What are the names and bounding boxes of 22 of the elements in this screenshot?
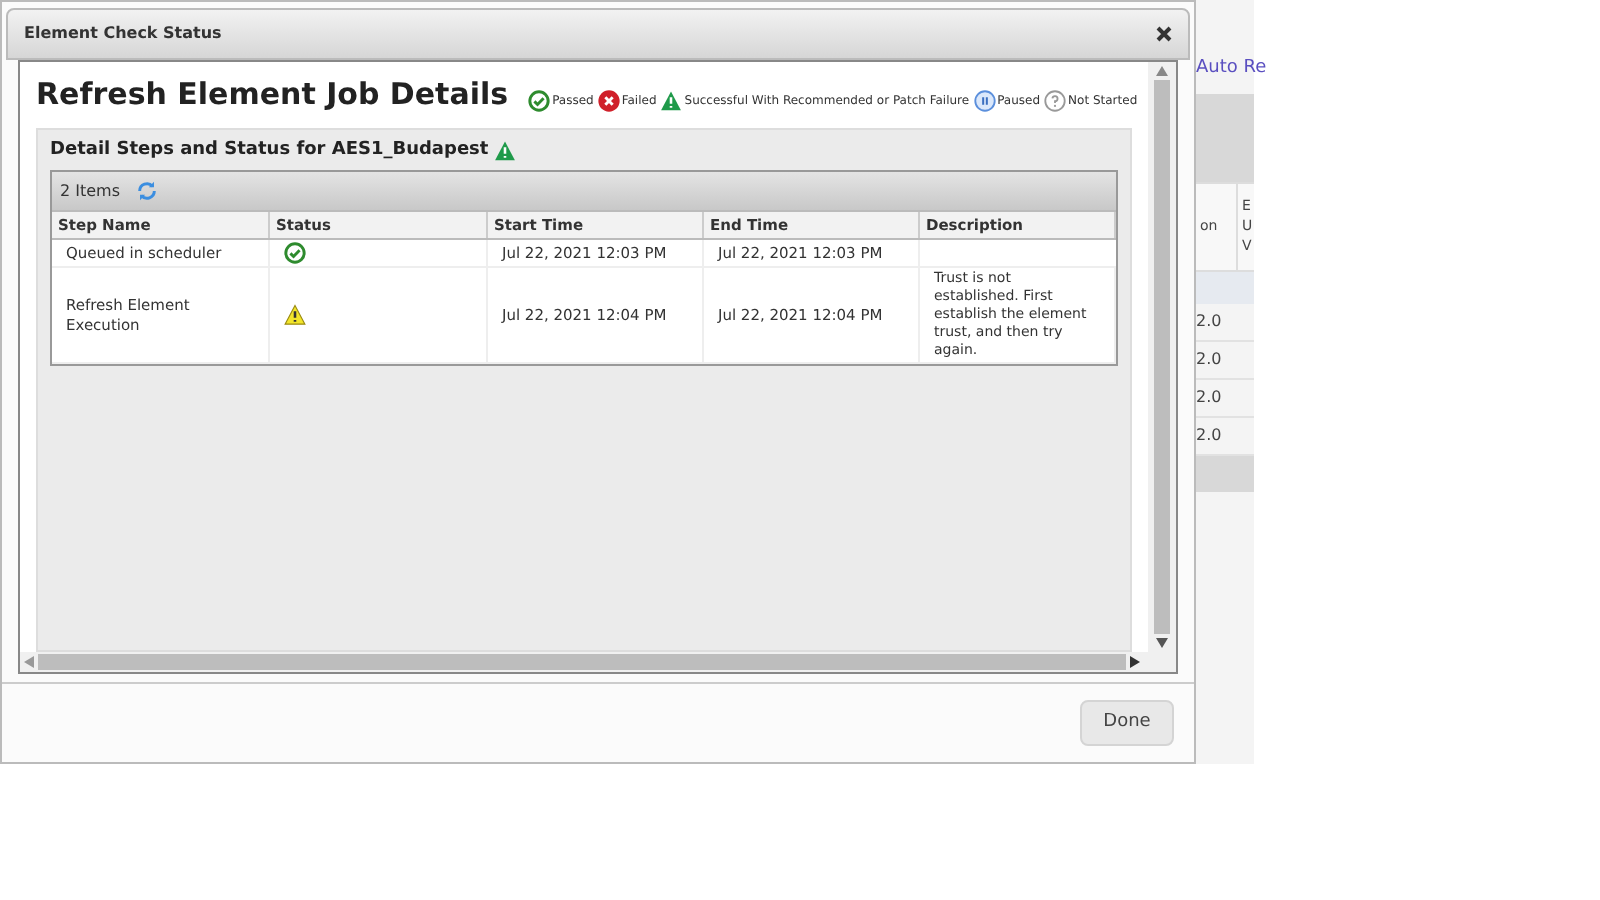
down-arrow-icon[interactable] — [1156, 638, 1168, 648]
x-circle-icon — [597, 89, 620, 111]
table-cell-text: 2.0 — [1194, 423, 1222, 447]
close-icon[interactable] — [1156, 26, 1172, 42]
vertical-scrollbar[interactable] — [1148, 62, 1176, 652]
warning-triangle-icon — [660, 89, 683, 111]
item-count: 2 Items — [60, 179, 121, 203]
table-cell-text: 2.0 — [1194, 385, 1222, 409]
check-circle-icon — [528, 89, 551, 111]
refresh-icon[interactable] — [136, 180, 159, 202]
right-arrow-icon[interactable] — [1130, 656, 1140, 668]
table-cell-text: 2.0 — [1194, 309, 1222, 333]
page-heading: Refresh Element Job Details — [36, 74, 509, 116]
pause-circle-icon — [973, 89, 996, 111]
section-title: Detail Steps and Status for AES1_Budapest — [50, 137, 489, 163]
question-circle-icon — [1044, 89, 1067, 111]
done-button[interactable]: Done — [1080, 700, 1174, 746]
up-arrow-icon[interactable] — [1156, 66, 1168, 76]
left-arrow-icon[interactable] — [24, 656, 34, 668]
horizontal-scrollbar[interactable] — [20, 652, 1176, 672]
table-cell-text: 2.0 — [1194, 347, 1222, 371]
dialog-title: Element Check Status — [24, 22, 224, 46]
